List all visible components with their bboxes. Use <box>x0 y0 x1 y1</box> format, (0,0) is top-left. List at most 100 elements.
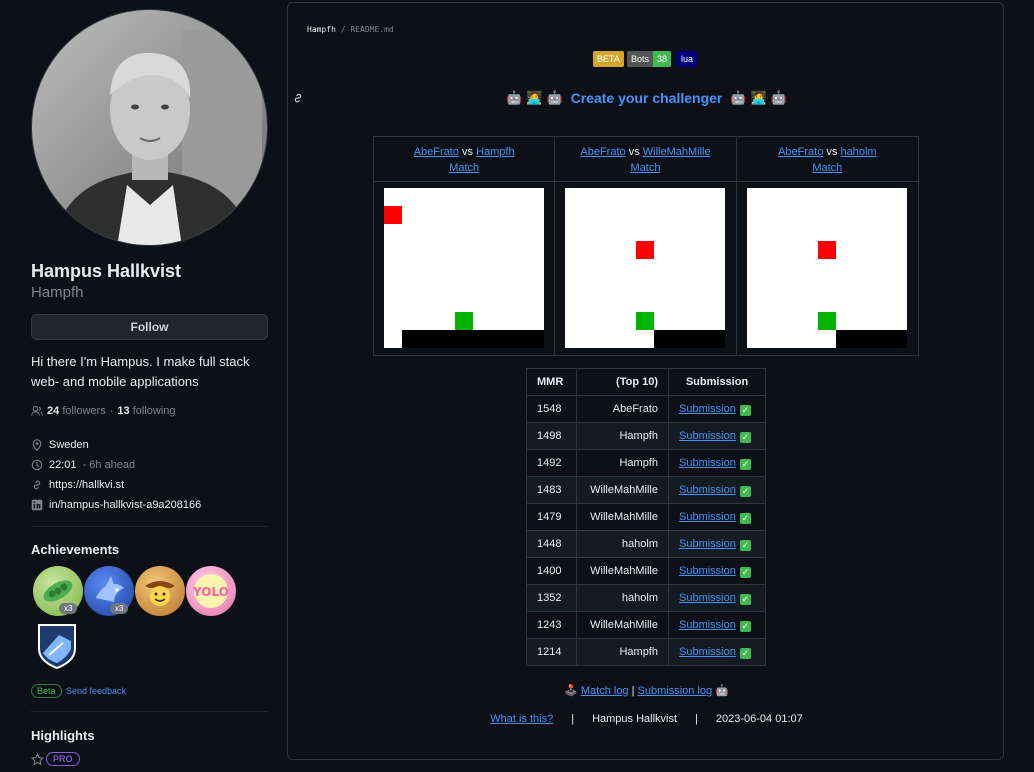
mmr-cell: 1479 <box>526 503 577 531</box>
arctic-code-vault-icon[interactable] <box>37 623 77 670</box>
badge-count: x3 <box>110 603 129 614</box>
player-link[interactable]: WilleMahMille <box>643 146 711 158</box>
player-cell: haholm <box>576 584 669 612</box>
player-link[interactable]: AbeFrato <box>580 146 625 158</box>
game-board <box>384 188 544 348</box>
submission-link[interactable]: Submission <box>679 619 736 631</box>
green-piece <box>455 312 473 330</box>
submission-link[interactable]: Submission <box>679 430 736 442</box>
player-cell: WilleMahMille <box>576 503 669 531</box>
what-is-this-link[interactable]: What is this? <box>490 713 553 725</box>
submission-link[interactable]: Submission <box>679 511 736 523</box>
mmr-cell: 1498 <box>526 422 577 450</box>
submission-cell: Submission ✓ <box>668 476 766 504</box>
shield-label: Bots <box>627 51 654 67</box>
breadcrumb-owner[interactable]: Hampfh <box>307 25 336 34</box>
table-row: 1479 WilleMahMille Submission ✓ <box>526 503 766 531</box>
followers-link[interactable]: 24 followers <box>47 405 106 417</box>
profile-full-name: Hampus Hallkvist <box>31 261 182 281</box>
player-cell: haholm <box>576 530 669 558</box>
vs-text: vs <box>628 146 640 158</box>
green-piece <box>636 312 655 330</box>
website-item: https://hallkvi.st <box>31 479 124 491</box>
player-link[interactable]: AbeFrato <box>414 146 459 158</box>
wall <box>835 330 907 348</box>
table-row: 1352 haholm Submission ✓ <box>526 584 766 612</box>
submission-cell: Submission ✓ <box>668 422 766 450</box>
table-row: 1548 AbeFrato Submission ✓ <box>526 395 766 423</box>
check-icon: ✓ <box>739 539 751 551</box>
red-piece <box>636 241 655 259</box>
mmr-cell: 1352 <box>526 584 577 612</box>
player-cell: Hampfh <box>576 638 669 666</box>
yolo-icon[interactable]: YOLO <box>186 566 236 616</box>
check-icon: ✓ <box>739 647 751 659</box>
following-link[interactable]: 13 following <box>117 405 175 417</box>
match-header: AbeFrato vs haholm Match <box>736 137 918 182</box>
technologist-icon: 🧑‍💻 <box>526 90 543 105</box>
time-offset: - 6h ahead <box>82 459 136 471</box>
linkedin-link[interactable]: in/hampus-hallkvist-a9a208166 <box>49 499 201 511</box>
submission-cell: Submission ✓ <box>668 638 766 666</box>
create-challenger-link[interactable]: Create your challenger <box>571 90 723 106</box>
match-log-link[interactable]: Match log <box>581 685 629 697</box>
beta-shield: BETA <box>593 51 624 67</box>
match-link[interactable]: Match <box>449 162 479 174</box>
footer-separator: | <box>571 713 575 725</box>
submission-link[interactable]: Submission <box>679 457 736 469</box>
submission-link[interactable]: Submission <box>679 484 736 496</box>
player-cell: Hampfh <box>576 449 669 477</box>
check-icon: ✓ <box>739 485 751 497</box>
table-row: 1483 WilleMahMille Submission ✓ <box>526 476 766 504</box>
following-label: following <box>132 405 176 417</box>
mmr-cell: 1448 <box>526 530 577 558</box>
wall <box>654 330 726 348</box>
match-header: AbeFrato vs Hampfh Match <box>374 137 555 182</box>
table-row: 1492 Hampfh Submission ✓ <box>526 449 766 477</box>
people-icon <box>31 405 43 416</box>
submission-link[interactable]: Submission <box>679 403 736 415</box>
submission-link[interactable]: Submission <box>679 565 736 577</box>
mmr-cell: 1548 <box>526 395 577 423</box>
submission-log-link[interactable]: Submission log <box>638 685 713 697</box>
robot-icon: 🤖 <box>770 90 787 105</box>
readme-card: Hampfh / README.md BETA Bots 38 lua 🤖 🧑‍… <box>287 2 1004 760</box>
player-link[interactable]: Hampfh <box>476 146 515 158</box>
submission-link[interactable]: Submission <box>679 592 736 604</box>
player-link[interactable]: haholm <box>840 146 876 158</box>
match-card: AbeFrato vs WilleMahMille Match <box>555 137 737 355</box>
beta-badge: Beta <box>31 684 62 698</box>
location-text: Sweden <box>49 439 89 451</box>
shield-label: lua <box>677 51 698 67</box>
follow-button[interactable]: Follow <box>31 314 268 340</box>
svg-text:YOLO: YOLO <box>192 585 229 599</box>
table-row: 1243 WilleMahMille Submission ✓ <box>526 611 766 639</box>
technologist-icon: 🧑‍💻 <box>750 90 767 105</box>
submission-link[interactable]: Submission <box>679 538 736 550</box>
player-link[interactable]: AbeFrato <box>778 146 823 158</box>
send-feedback-link[interactable]: Send feedback <box>66 686 126 696</box>
website-link[interactable]: https://hallkvi.st <box>49 479 124 491</box>
submission-link[interactable]: Submission <box>679 646 736 658</box>
check-icon: ✓ <box>739 620 751 632</box>
dot-separator: · <box>109 405 114 417</box>
mmr-cell: 1214 <box>526 638 577 666</box>
link-icon <box>33 480 41 490</box>
challenge-heading: 🤖 🧑‍💻 🤖 Create your challenger 🤖 🧑‍💻 🤖 <box>288 90 1005 106</box>
star-icon <box>31 753 44 766</box>
player-cell: WilleMahMille <box>576 611 669 639</box>
match-link[interactable]: Match <box>631 162 661 174</box>
submission-cell: Submission ✓ <box>668 395 766 423</box>
divider <box>31 526 268 527</box>
avatar[interactable] <box>31 9 268 246</box>
followers-label: followers <box>62 405 106 417</box>
check-icon: ✓ <box>739 431 751 443</box>
profile-username: Hampfh <box>31 284 84 301</box>
cowboy-icon[interactable] <box>135 566 185 616</box>
local-time: 22:01 <box>49 459 77 471</box>
match-card: AbeFrato vs Hampfh Match <box>374 137 556 355</box>
match-header: AbeFrato vs WilleMahMille Match <box>555 137 736 182</box>
match-link[interactable]: Match <box>812 162 842 174</box>
location-icon <box>32 439 42 451</box>
table-header-row: MMR (Top 10) Submission <box>526 368 766 396</box>
